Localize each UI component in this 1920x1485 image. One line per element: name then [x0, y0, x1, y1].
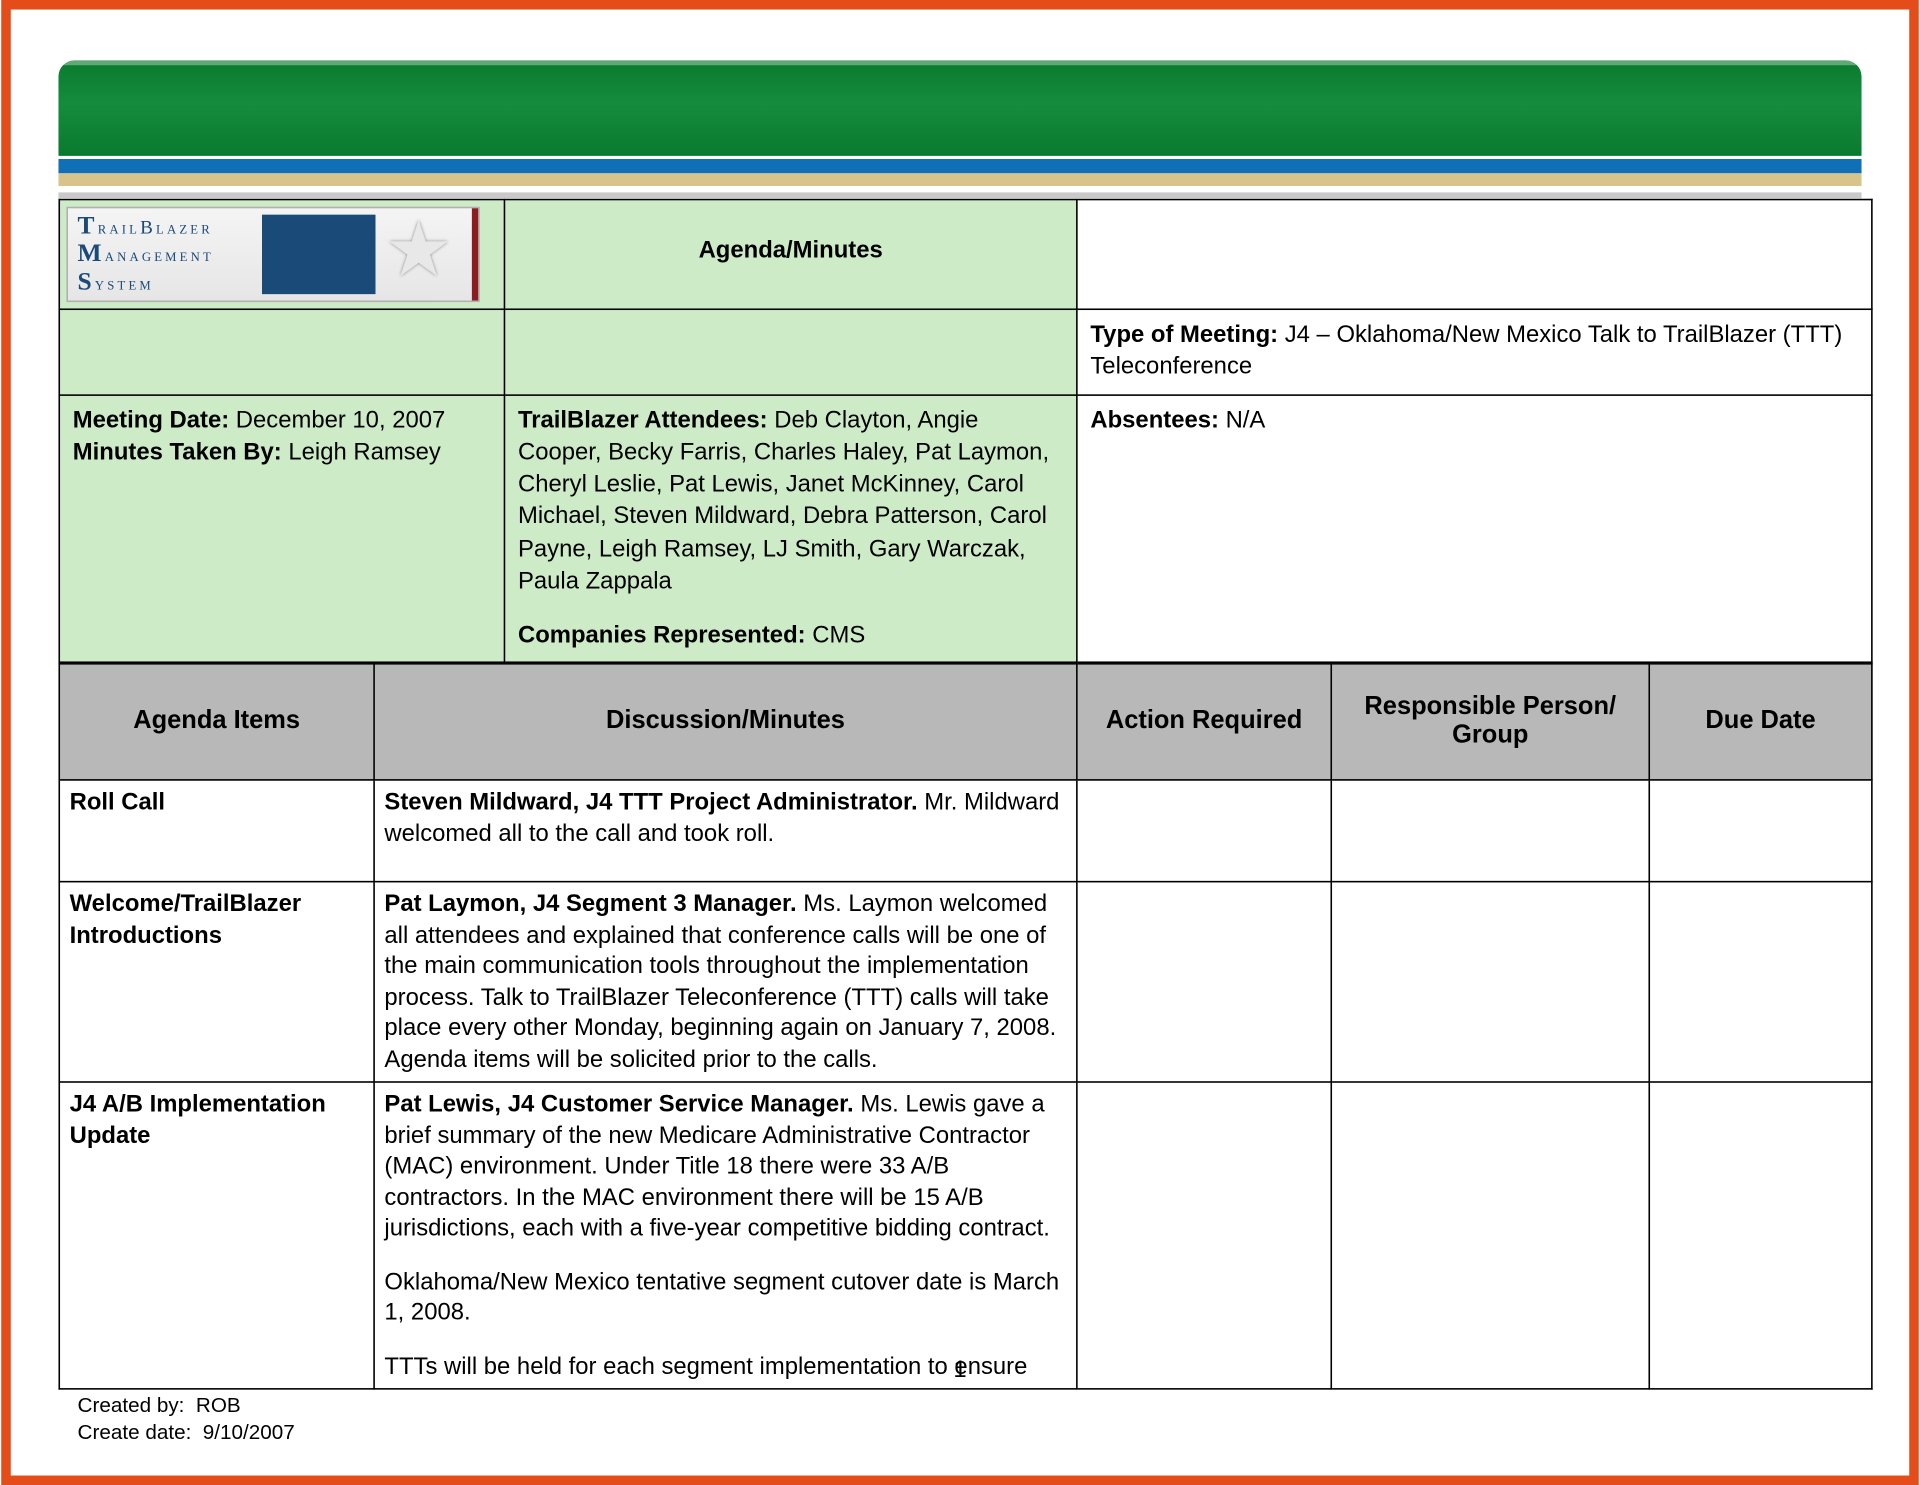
minutes-taker-label: Minutes Taken By: — [73, 438, 282, 465]
attendees-value: Deb Clayton, Angie Cooper, Becky Farris,… — [518, 406, 1049, 594]
due-cell — [1649, 1082, 1872, 1389]
trailblazer-logo: TrailBlazer Management System — [66, 207, 479, 302]
column-header-row: Agenda Items Discussion/Minutes Action R… — [59, 664, 1872, 780]
discussion-cell: Steven Mildward, J4 TTT Project Administ… — [374, 780, 1077, 882]
document-title: Agenda/Minutes — [504, 200, 1076, 310]
document-frame: TrailBlazer Management System Agenda/Min… — [1, 0, 1919, 1485]
due-cell — [1649, 882, 1872, 1082]
action-cell — [1077, 780, 1331, 882]
attendees-label: TrailBlazer Attendees: — [518, 406, 768, 433]
meeting-date-label: Meeting Date: — [73, 406, 229, 433]
discussion-extra1: Oklahoma/New Mexico tentative segment cu… — [384, 1267, 1066, 1329]
companies-value: CMS — [812, 622, 865, 649]
discussion-lead: Steven Mildward, J4 TTT Project Administ… — [384, 789, 917, 816]
page-number: 1 — [78, 1357, 1843, 1384]
header-banner — [58, 60, 1861, 155]
logo-line-1: TrailBlazer — [78, 212, 214, 240]
minutes-taker-value: Leigh Ramsey — [288, 438, 440, 465]
action-cell — [1077, 882, 1331, 1082]
meeting-type-label: Type of Meeting: — [1090, 321, 1278, 348]
meeting-date-cell: Meeting Date: December 10, 2007 Minutes … — [59, 394, 504, 662]
header-stripes — [58, 159, 1861, 199]
absentees-label: Absentees: — [1090, 406, 1219, 433]
col-agenda: Agenda Items — [59, 664, 374, 780]
star-icon — [262, 215, 469, 294]
meeting-meta-table: TrailBlazer Management System Agenda/Min… — [58, 199, 1872, 664]
discussion-lead: Pat Lewis, J4 Customer Service Manager. — [384, 1091, 853, 1118]
created-by-label: Created by: — [78, 1393, 185, 1417]
footer: 1 Created by: ROB Create date: 9/10/2007 — [78, 1357, 1843, 1447]
agenda-item: Roll Call — [59, 780, 374, 882]
col-discussion: Discussion/Minutes — [374, 664, 1077, 780]
agenda-item: J4 A/B Implementation Update — [59, 1082, 374, 1389]
due-cell — [1649, 780, 1872, 882]
create-date-value: 9/10/2007 — [203, 1420, 295, 1444]
meeting-type-cell: Type of Meeting: J4 – Oklahoma/New Mexic… — [1077, 309, 1872, 394]
col-due: Due Date — [1649, 664, 1872, 780]
absentees-value: N/A — [1226, 406, 1266, 433]
discussion-cell: Pat Lewis, J4 Customer Service Manager. … — [374, 1082, 1077, 1389]
discussion-body: Ms. Laymon welcomed all attendees and ex… — [384, 891, 1056, 1073]
table-row: Welcome/TrailBlazer Introductions Pat La… — [59, 882, 1872, 1082]
table-row: Roll Call Steven Mildward, J4 TTT Projec… — [59, 780, 1872, 882]
col-responsible: Responsible Person/ Group — [1331, 664, 1649, 780]
created-by-value: ROB — [196, 1393, 241, 1417]
responsible-cell — [1331, 1082, 1649, 1389]
discussion-cell: Pat Laymon, J4 Segment 3 Manager. Ms. La… — [374, 882, 1077, 1082]
companies-label: Companies Represented: — [518, 622, 806, 649]
table-row: J4 A/B Implementation Update Pat Lewis, … — [59, 1082, 1872, 1389]
discussion-lead: Pat Laymon, J4 Segment 3 Manager. — [384, 891, 796, 918]
responsible-cell — [1331, 882, 1649, 1082]
absentees-cell: Absentees: N/A — [1077, 394, 1872, 662]
attendees-cell: TrailBlazer Attendees: Deb Clayton, Angi… — [504, 394, 1076, 662]
col-action: Action Required — [1077, 664, 1331, 780]
logo-line-3: System — [78, 268, 214, 296]
action-cell — [1077, 1082, 1331, 1389]
responsible-cell — [1331, 780, 1649, 882]
logo-line-2: Management — [78, 240, 214, 268]
create-date-label: Create date: — [78, 1420, 192, 1444]
agenda-items-table: Agenda Items Discussion/Minutes Action R… — [58, 663, 1872, 1390]
meeting-date-value: December 10, 2007 — [236, 406, 445, 433]
agenda-item: Welcome/TrailBlazer Introductions — [59, 882, 374, 1082]
